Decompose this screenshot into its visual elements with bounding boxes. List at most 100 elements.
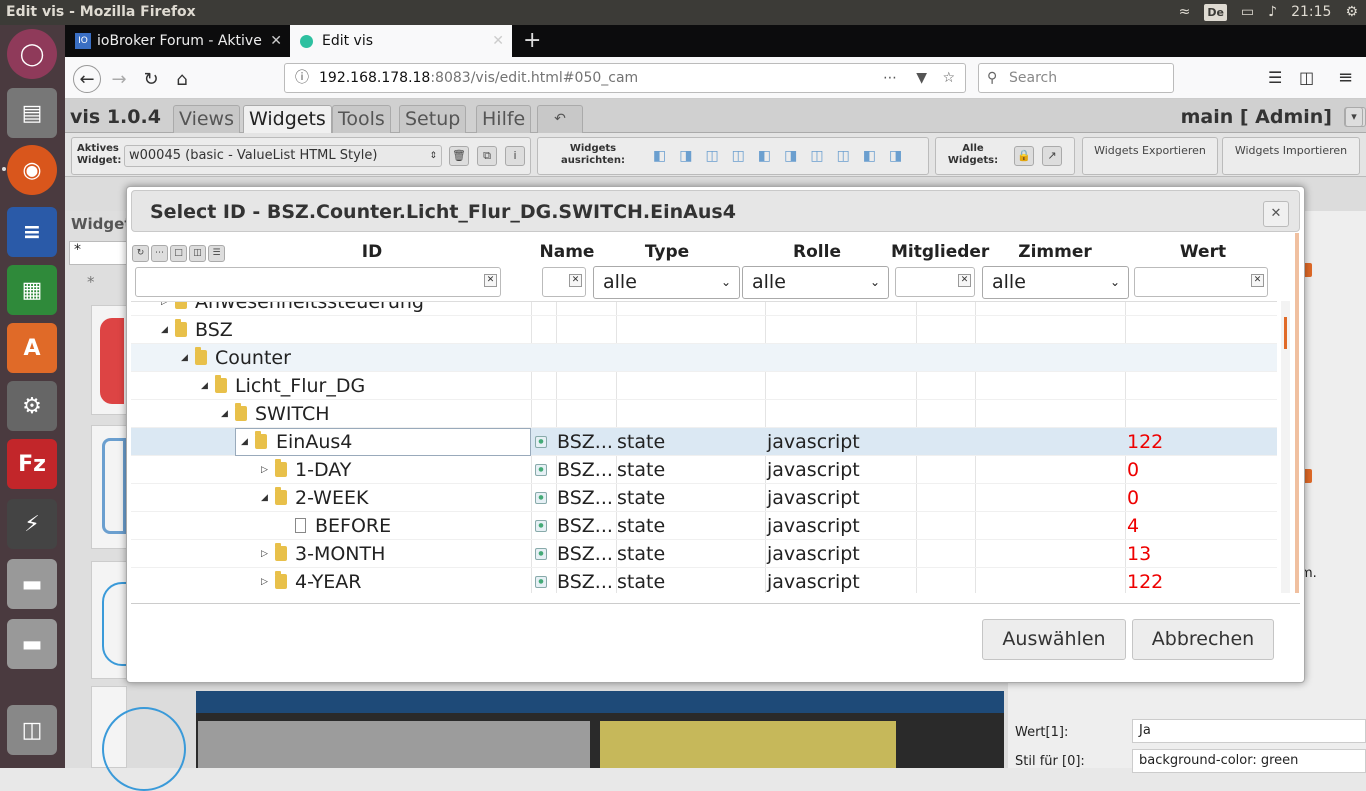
- collapse-toggle-icon[interactable]: ◢: [261, 484, 268, 512]
- name-filter-input[interactable]: ✕: [542, 267, 586, 297]
- expand-toggle-icon[interactable]: ▷: [261, 456, 268, 484]
- tree-row[interactable]: ▷ Anwesenheitssteuerung: [131, 302, 1277, 316]
- tab-tools[interactable]: Tools: [332, 105, 391, 133]
- network-icon[interactable]: ⚡: [7, 499, 57, 549]
- widget-preview[interactable]: [91, 305, 127, 415]
- cancel-button[interactable]: Abbrechen: [1132, 619, 1274, 660]
- tree-row[interactable]: ◢ 2-WEEK ● BSZ... state javascript 0: [131, 484, 1277, 512]
- import-widgets-button[interactable]: Widgets Importieren: [1222, 137, 1360, 175]
- mitglieder-filter-input[interactable]: ✕: [895, 267, 975, 297]
- export-widgets-button[interactable]: Widgets Exportieren: [1082, 137, 1218, 175]
- tree-row[interactable]: ◢ Licht_Flur_DG: [131, 372, 1277, 400]
- menu-hamburger-icon[interactable]: ≡: [1338, 67, 1353, 88]
- chevron-down-icon[interactable]: ▾: [1345, 107, 1363, 127]
- info-widget-icon[interactable]: i: [505, 146, 525, 166]
- wert1-input[interactable]: Ja: [1132, 719, 1366, 743]
- tab-edit-vis[interactable]: Edit vis ✕: [290, 25, 512, 57]
- tree-row[interactable]: ◢ Counter: [131, 344, 1277, 372]
- stil-input[interactable]: background-color: green: [1132, 749, 1366, 773]
- active-widget-select[interactable]: w00045 (basic - ValueList HTML Style) ⇕: [124, 145, 442, 167]
- wifi-icon[interactable]: ≈: [1179, 0, 1191, 25]
- collapse-toggle-icon[interactable]: ◢: [221, 400, 228, 428]
- tree-row[interactable]: ▷ 4-YEAR ● BSZ... state javascript 122: [131, 568, 1277, 593]
- expand-icon[interactable]: ↗: [1042, 146, 1062, 166]
- library-icon[interactable]: ☰: [1268, 68, 1282, 87]
- expand-toggle-icon[interactable]: ▷: [261, 568, 268, 593]
- tab-hilfe[interactable]: Hilfe: [476, 105, 532, 133]
- dialog-close-icon[interactable]: ✕: [1263, 201, 1289, 227]
- expand-toggle-icon[interactable]: ▷: [161, 302, 168, 316]
- writer-icon[interactable]: ≡: [7, 207, 57, 257]
- info-icon[interactable]: ⓘ: [295, 64, 309, 92]
- tree-row[interactable]: EinAus4 ◢ ● BSZ... state javascript 122: [131, 428, 1277, 456]
- delete-widget-icon[interactable]: 🗑: [449, 146, 469, 166]
- reload-icon[interactable]: ↻: [137, 65, 165, 93]
- software-center-icon[interactable]: A: [7, 323, 57, 373]
- widget-preview[interactable]: [91, 686, 186, 791]
- sidebar-icon[interactable]: ◫: [1299, 68, 1314, 87]
- tab-setup[interactable]: Setup: [399, 105, 467, 133]
- tab-views[interactable]: Views: [173, 105, 240, 133]
- keyboard-layout[interactable]: De: [1204, 4, 1227, 21]
- refresh-icon[interactable]: ↻: [132, 245, 149, 262]
- drive-icon[interactable]: ▬: [7, 559, 57, 609]
- tree-row[interactable]: ◢ BSZ: [131, 316, 1277, 344]
- collapse-toggle-icon[interactable]: ◢: [181, 344, 188, 372]
- back-icon[interactable]: ←: [73, 65, 101, 93]
- files-icon[interactable]: ▤: [7, 88, 57, 138]
- new-tab-icon[interactable]: +: [523, 28, 541, 53]
- folder-collapse-icon[interactable]: □: [170, 245, 187, 262]
- bookmark-star-icon[interactable]: ☆: [942, 64, 955, 92]
- type-filter-select[interactable]: alle ⌄: [593, 266, 740, 299]
- folder-expand-icon[interactable]: ◫: [189, 245, 206, 262]
- tree-row[interactable]: BEFORE ● BSZ... state javascript 4: [131, 512, 1277, 540]
- home-icon[interactable]: ⌂: [168, 65, 196, 93]
- system-settings-icon[interactable]: ⚙: [7, 381, 57, 431]
- clear-filter-icon[interactable]: ✕: [484, 274, 497, 287]
- copy-widget-icon[interactable]: ⧉: [477, 146, 497, 166]
- settings-gear-icon[interactable]: ⚙: [1345, 0, 1358, 25]
- widget-preview[interactable]: [91, 425, 127, 549]
- wert-filter-input[interactable]: ✕: [1134, 267, 1268, 297]
- page-actions-icon[interactable]: ⋯: [883, 64, 897, 92]
- lock-icon[interactable]: 🔒: [1014, 146, 1034, 166]
- zimmer-filter-select[interactable]: alle ⌄: [982, 266, 1129, 299]
- drive-icon[interactable]: ▬: [7, 619, 57, 669]
- forward-icon[interactable]: →: [105, 65, 133, 93]
- align-buttons-icon[interactable]: ◧◨◫◫◧◨◫◫◧◨: [653, 148, 915, 164]
- firefox-icon[interactable]: ◉: [7, 145, 57, 195]
- pocket-icon[interactable]: ▼: [916, 64, 927, 92]
- expand-toggle-icon[interactable]: ▷: [261, 540, 268, 568]
- battery-icon[interactable]: ▭: [1241, 0, 1254, 25]
- widget-filter-input[interactable]: *: [69, 241, 127, 265]
- widget-preview[interactable]: [91, 561, 132, 679]
- tree-row[interactable]: ◢ SWITCH: [131, 400, 1277, 428]
- filezilla-icon[interactable]: Fz: [7, 439, 57, 489]
- scrollbar-thumb[interactable]: [1284, 317, 1287, 349]
- select-button[interactable]: Auswählen: [982, 619, 1126, 660]
- clear-filter-icon[interactable]: ✕: [1251, 274, 1264, 287]
- close-tab-icon[interactable]: ✕: [492, 25, 504, 57]
- trash-icon[interactable]: ◫: [7, 705, 57, 755]
- calc-icon[interactable]: ▦: [7, 265, 57, 315]
- ubuntu-dash-icon[interactable]: ◯: [7, 29, 57, 79]
- tree-row[interactable]: ▷ 3-MONTH ● BSZ... state javascript 13: [131, 540, 1277, 568]
- tab-iobroker-forum[interactable]: IO ioBroker Forum - Aktive ✕: [65, 25, 290, 57]
- tree-row[interactable]: ▷ 1-DAY ● BSZ... state javascript 0: [131, 456, 1277, 484]
- collapse-toggle-icon[interactable]: ◢: [201, 372, 208, 400]
- list-icon[interactable]: ⋯: [151, 245, 168, 262]
- collapse-toggle-icon[interactable]: ◢: [161, 316, 168, 344]
- volume-icon[interactable]: ♪: [1268, 0, 1277, 25]
- close-tab-icon[interactable]: ✕: [270, 25, 282, 57]
- tree-scrollbar[interactable]: [1281, 301, 1290, 593]
- tab-widgets[interactable]: Widgets: [243, 105, 332, 133]
- clear-filter-icon[interactable]: ✕: [569, 274, 582, 287]
- rolle-filter-select[interactable]: alle ⌄: [742, 266, 889, 299]
- clock[interactable]: 21:15: [1291, 0, 1331, 25]
- collapse-toggle-icon[interactable]: ◢: [241, 428, 248, 456]
- url-bar[interactable]: ⓘ 192.168.178.18:8083/vis/edit.html#050_…: [284, 63, 966, 93]
- id-filter-input[interactable]: ✕: [135, 267, 501, 297]
- columns-icon[interactable]: ☰: [208, 245, 225, 262]
- undo-icon[interactable]: ↶: [537, 105, 583, 133]
- clear-filter-icon[interactable]: ✕: [958, 274, 971, 287]
